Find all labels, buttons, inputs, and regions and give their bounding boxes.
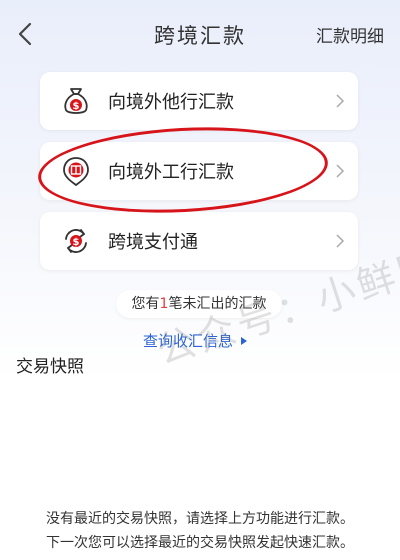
query-link-label: 查询收汇信息 xyxy=(143,332,234,350)
chevron-right-icon xyxy=(336,234,345,248)
menu-item-overseas-other-bank[interactable]: $ 向境外他行汇款 xyxy=(40,72,358,130)
menu-item-label: 跨境支付通 xyxy=(108,232,198,253)
pending-remittance-notice[interactable]: 您有1笔未汇出的汇款 xyxy=(116,290,282,318)
svg-text:$: $ xyxy=(73,237,80,248)
svg-text:$: $ xyxy=(73,101,80,112)
empty-state-line-1: 没有最近的交易快照，请选择上方功能进行汇款。 xyxy=(46,511,354,527)
exchange-icon: $ xyxy=(60,225,92,257)
header: 跨境汇款 汇款明细 xyxy=(0,0,400,66)
triangle-right-icon xyxy=(241,337,248,345)
menu-item-cross-border-pay[interactable]: $ 跨境支付通 xyxy=(40,212,358,270)
empty-state-line-2: 下一次您可以选择最近的交易快照发起快速汇款。 xyxy=(46,535,354,551)
menu-item-label: 向境外他行汇款 xyxy=(108,92,234,113)
snapshot-section-title: 交易快照 xyxy=(16,357,84,377)
query-receipt-info-link[interactable]: 查询收汇信息 xyxy=(143,330,248,351)
pending-suffix: 笔未汇出的汇款 xyxy=(168,296,267,312)
money-bag-icon: $ xyxy=(60,85,92,117)
pending-prefix: 您有 xyxy=(131,296,160,312)
chevron-right-icon xyxy=(336,94,345,108)
remittance-details-link[interactable]: 汇款明细 xyxy=(316,22,384,47)
chevron-right-icon xyxy=(336,164,345,178)
